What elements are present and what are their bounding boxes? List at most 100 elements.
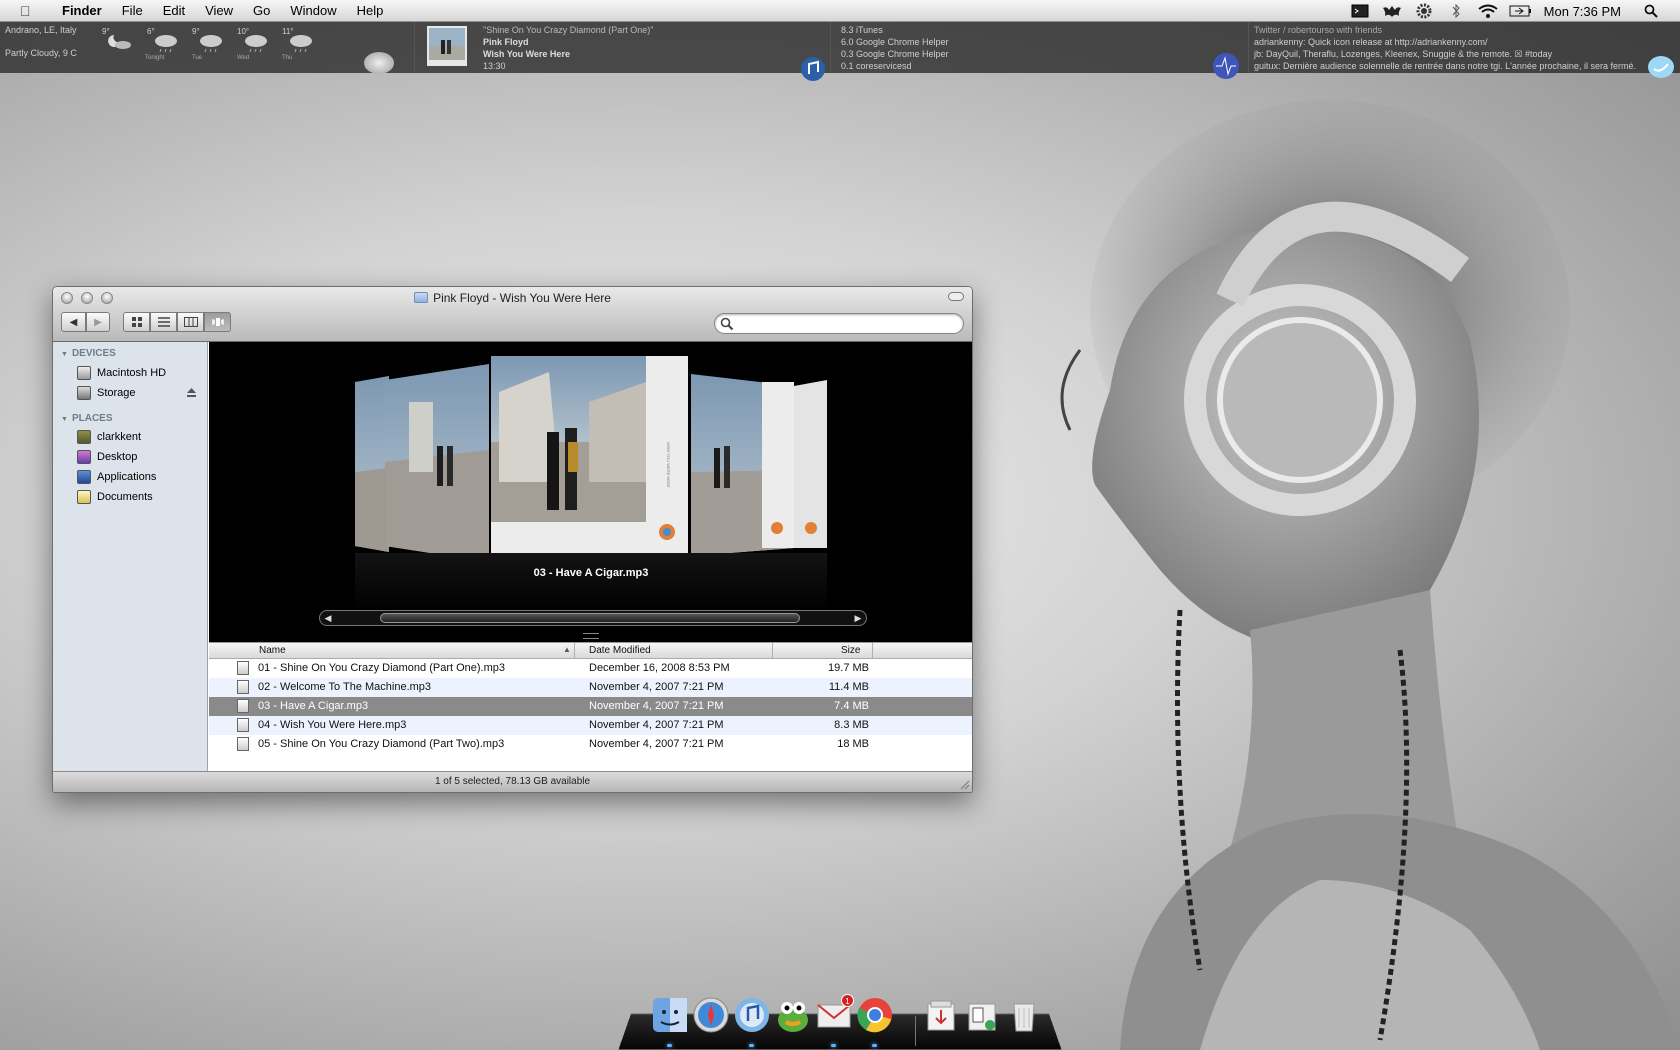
forecast-day: 11° Thu bbox=[280, 27, 325, 61]
moon-cloud-icon bbox=[108, 35, 131, 49]
file-row[interactable]: 05 - Shine On You Crazy Diamond (Part Tw… bbox=[209, 735, 972, 754]
back-button[interactable]: ◀ bbox=[61, 312, 86, 332]
file-row-selected[interactable]: 03 - Have A Cigar.mp3 November 4, 2007 7… bbox=[209, 697, 972, 716]
coverflow-view-button[interactable] bbox=[204, 312, 231, 332]
sidebar-section-label: DEVICES bbox=[71, 348, 116, 359]
column-header-date[interactable]: Date Modified bbox=[589, 645, 651, 656]
audio-file-icon bbox=[237, 718, 249, 732]
file-row[interactable]: 04 - Wish You Were Here.mp3 November 4, … bbox=[209, 716, 972, 735]
column-header-size[interactable]: Size bbox=[841, 645, 860, 656]
toolbar-toggle-button[interactable] bbox=[948, 292, 964, 301]
twitter-bird-icon bbox=[1648, 56, 1674, 78]
column-view-icon bbox=[183, 317, 198, 327]
sidebar-item-storage[interactable]: Storage bbox=[77, 384, 203, 402]
running-indicator bbox=[872, 1044, 877, 1047]
finder-icon[interactable] bbox=[651, 996, 689, 1034]
weather-cloud-icon bbox=[364, 52, 394, 74]
tweet: guitux: Dernière audience solennelle de … bbox=[1254, 61, 1636, 71]
forecast-label: Wed bbox=[237, 55, 250, 61]
sidebar-item-label: Storage bbox=[97, 387, 136, 399]
list-view-button[interactable] bbox=[150, 312, 177, 332]
menu-clock[interactable]: Mon 7:36 PM bbox=[1544, 4, 1621, 19]
column-view-button[interactable] bbox=[177, 312, 204, 332]
list-view-icon bbox=[157, 317, 170, 327]
battery-icon[interactable] bbox=[1509, 3, 1531, 19]
file-date: December 16, 2008 8:53 PM bbox=[589, 662, 730, 674]
file-date: November 4, 2007 7:21 PM bbox=[589, 700, 724, 712]
audio-file-icon bbox=[237, 661, 249, 675]
audio-file-icon bbox=[237, 699, 249, 713]
file-name: 03 - Have A Cigar.mp3 bbox=[258, 700, 369, 712]
album-cover-right bbox=[691, 374, 794, 556]
album-art-thumbnail bbox=[427, 26, 467, 66]
cover-flow-view[interactable]: WISH YOU WERE HERE 03 - Have A Cigar.mp3… bbox=[209, 342, 972, 642]
disclosure-triangle-icon: ▼ bbox=[61, 416, 68, 423]
menu-extras: Mon 7:36 PM bbox=[1344, 0, 1680, 22]
trash-icon[interactable] bbox=[1005, 996, 1043, 1034]
cover-flow-scroll-thumb[interactable] bbox=[380, 613, 800, 623]
gear-icon[interactable] bbox=[1413, 3, 1435, 19]
apple-menu-icon[interactable]:  bbox=[20, 3, 38, 19]
sidebar-item-label: Macintosh HD bbox=[97, 367, 167, 379]
column-divider[interactable] bbox=[772, 643, 773, 659]
terminal-icon[interactable] bbox=[1349, 3, 1371, 19]
sidebar-item-documents[interactable]: Documents bbox=[77, 488, 203, 506]
finder-titlebar[interactable]: Pink Floyd - Wish You Were Here ◀ ▶ bbox=[53, 287, 972, 342]
bat-icon[interactable] bbox=[1381, 3, 1403, 19]
now-playing-panel: "Shine On You Crazy Diamond (Part One)" … bbox=[415, 22, 831, 81]
menu-window[interactable]: Window bbox=[280, 3, 346, 18]
search-input[interactable] bbox=[739, 316, 949, 331]
twitter-panel: Twitter / robertourso with friends adria… bbox=[1249, 22, 1680, 78]
adium-icon[interactable] bbox=[774, 996, 812, 1034]
coverflow-view-icon bbox=[211, 318, 224, 326]
documents-stack-icon[interactable] bbox=[963, 996, 1001, 1034]
scroll-right-arrow-icon[interactable]: ▶ bbox=[852, 612, 864, 624]
file-row[interactable]: 01 - Shine On You Crazy Diamond (Part On… bbox=[209, 659, 972, 678]
column-header-name[interactable]: Name bbox=[259, 645, 286, 656]
album-cover-left-far bbox=[355, 376, 389, 552]
file-name: 01 - Shine On You Crazy Diamond (Part On… bbox=[258, 662, 506, 674]
file-size: 18 MB bbox=[837, 738, 869, 750]
search-field[interactable] bbox=[714, 313, 964, 334]
scroll-left-arrow-icon[interactable]: ◀ bbox=[322, 612, 334, 624]
menu-file[interactable]: File bbox=[112, 3, 153, 18]
sidebar-item-macintosh-hd[interactable]: Macintosh HD bbox=[77, 364, 203, 382]
menu-view[interactable]: View bbox=[195, 3, 243, 18]
menu-app-name[interactable]: Finder bbox=[52, 3, 112, 18]
file-name: 05 - Shine On You Crazy Diamond (Part Tw… bbox=[258, 738, 505, 750]
forecast-label: Thu bbox=[282, 55, 293, 61]
sidebar-item-clarkkent[interactable]: clarkkent bbox=[77, 428, 203, 446]
icon-view-button[interactable] bbox=[123, 312, 150, 332]
file-row[interactable]: 02 - Welcome To The Machine.mp3 November… bbox=[209, 678, 972, 697]
cover-flow-resize-grip[interactable] bbox=[583, 633, 599, 639]
downloads-stack-icon[interactable] bbox=[922, 996, 960, 1034]
process-line: 0.1 coreservicesd bbox=[841, 61, 912, 71]
sidebar-section-devices[interactable]: ▼ DEVICES bbox=[61, 348, 116, 359]
twitter-feed: Twitter / robertourso with friends adria… bbox=[1254, 24, 1636, 72]
sidebar-item-desktop[interactable]: Desktop bbox=[77, 448, 203, 466]
column-divider[interactable] bbox=[872, 643, 873, 659]
finder-sidebar: ▼ DEVICES Macintosh HD Storage ▼ PLACES cl… bbox=[53, 342, 208, 772]
menu-edit[interactable]: Edit bbox=[153, 3, 195, 18]
forward-button[interactable]: ▶ bbox=[86, 312, 110, 332]
sidebar-section-places[interactable]: ▼ PLACES bbox=[61, 413, 113, 424]
sidebar-item-label: Documents bbox=[97, 491, 153, 503]
sidebar-item-applications[interactable]: Applications bbox=[77, 468, 203, 486]
bluetooth-icon[interactable] bbox=[1445, 3, 1467, 19]
dock: 1 bbox=[618, 992, 1062, 1050]
menu-help[interactable]: Help bbox=[347, 3, 394, 18]
spotlight-icon[interactable] bbox=[1640, 3, 1662, 19]
cover-flow-scrollbar[interactable]: ◀ ▶ bbox=[319, 610, 867, 626]
wifi-icon[interactable] bbox=[1477, 3, 1499, 19]
file-name: 04 - Wish You Were Here.mp3 bbox=[258, 719, 407, 731]
itunes-icon[interactable] bbox=[733, 996, 771, 1034]
menu-go[interactable]: Go bbox=[243, 3, 280, 18]
safari-icon[interactable] bbox=[692, 996, 730, 1034]
column-divider[interactable] bbox=[574, 643, 575, 659]
running-indicator bbox=[749, 1044, 754, 1047]
menu-items: Finder File Edit View Go Window Help bbox=[52, 3, 393, 18]
folder-icon bbox=[414, 292, 429, 303]
chrome-icon[interactable] bbox=[856, 996, 894, 1034]
resize-grip-icon[interactable] bbox=[958, 778, 970, 790]
eject-icon[interactable] bbox=[186, 387, 197, 398]
